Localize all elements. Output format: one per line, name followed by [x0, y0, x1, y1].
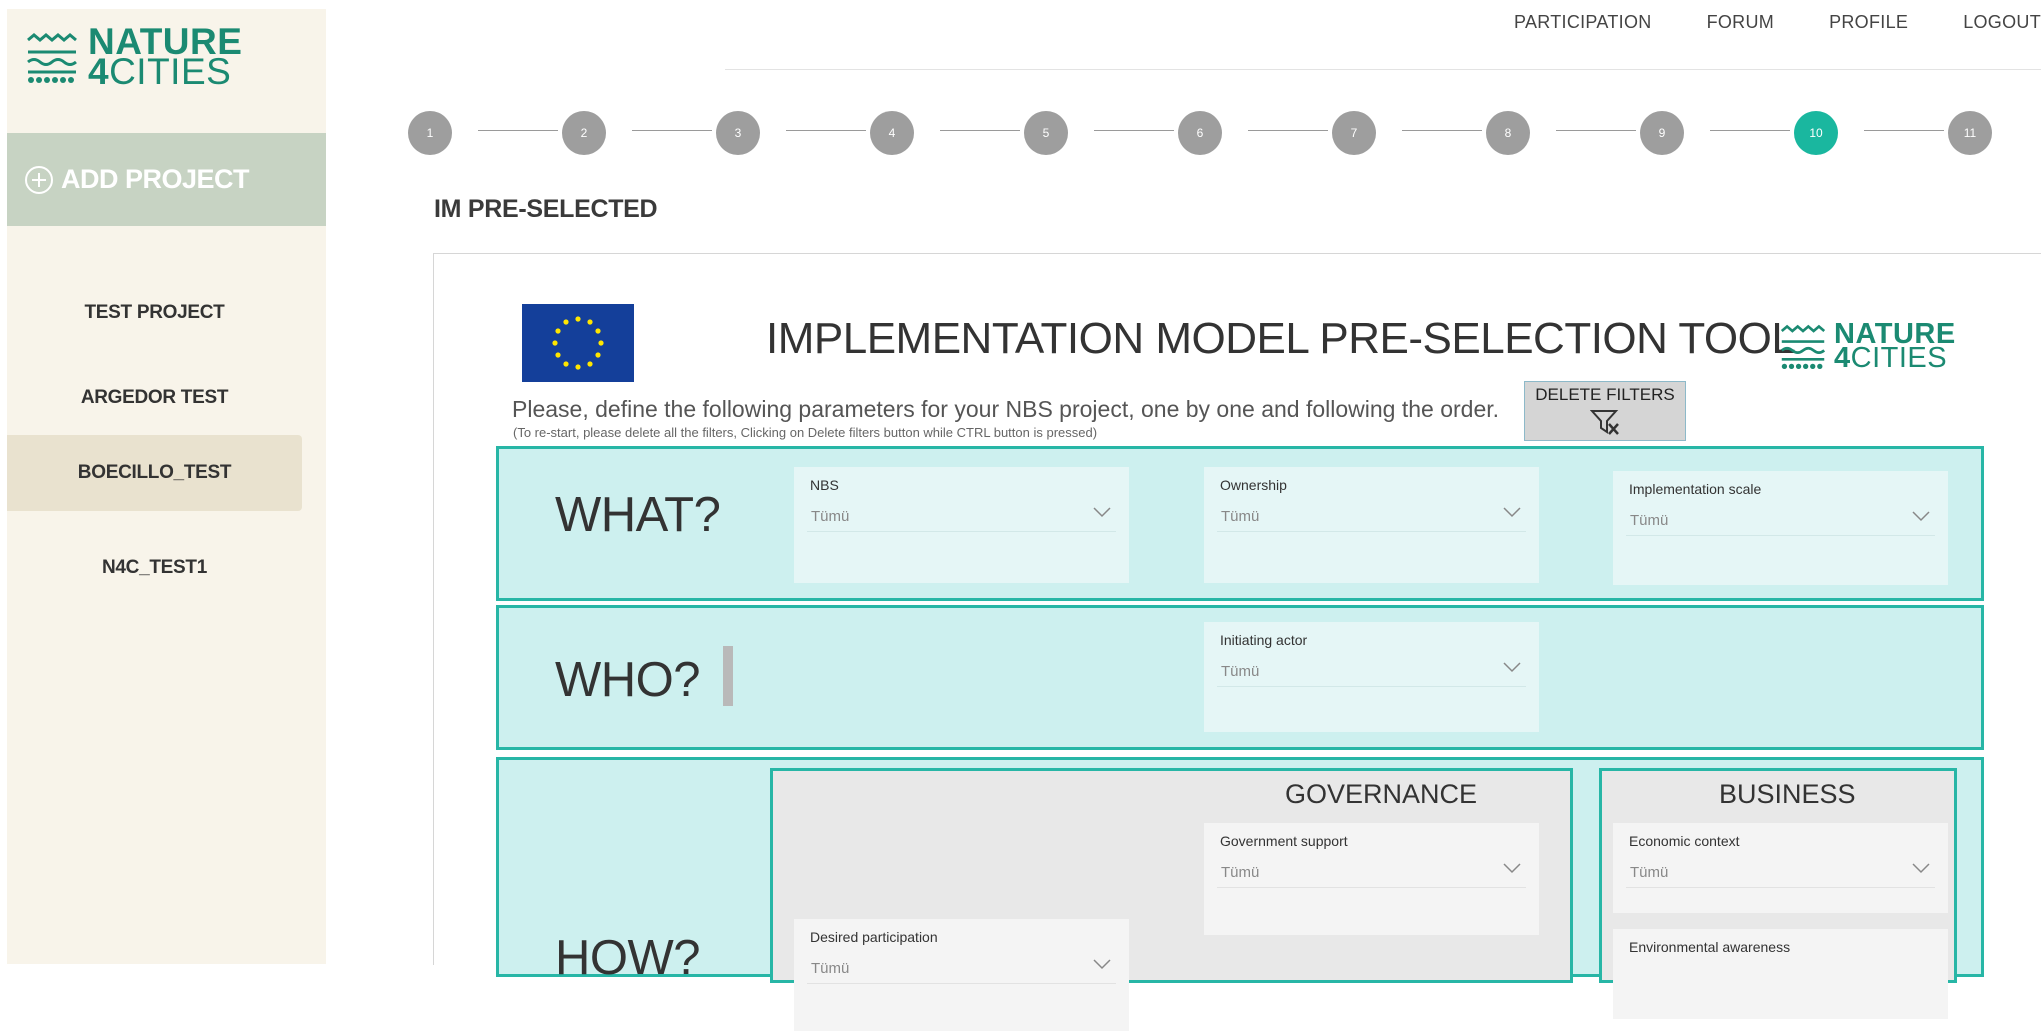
initiating-actor-dropdown[interactable]: Tümü: [1217, 656, 1526, 687]
step-7[interactable]: 7: [1332, 111, 1376, 155]
economic-context-slicer[interactable]: Economic context Tümü: [1613, 823, 1948, 913]
economic-context-dropdown[interactable]: Tümü: [1626, 857, 1935, 888]
governance-title: GOVERNANCE: [1285, 779, 1478, 809]
step-connector: [1710, 130, 1790, 131]
desired-participation-slicer[interactable]: Desired participation Tümü: [794, 919, 1129, 1031]
clear-filter-icon: [1589, 410, 1619, 435]
step-8[interactable]: 8: [1486, 111, 1530, 155]
step-connector: [786, 130, 866, 131]
what-section: WHAT? NBS Tümü Ownership Tümü Implementa…: [496, 446, 1984, 601]
how-label: HOW?: [555, 931, 701, 985]
step-connector: [940, 130, 1020, 131]
environmental-awareness-label: Environmental awareness: [1629, 939, 1791, 955]
step-connector: [1556, 130, 1636, 131]
initiating-actor-label: Initiating actor: [1220, 632, 1308, 648]
who-divider-bar: [723, 646, 733, 706]
government-support-value: Tümü: [1221, 864, 1260, 881]
chevron-down-icon: [1912, 511, 1930, 522]
nav-participation[interactable]: PARTICIPATION: [1514, 12, 1652, 42]
project-item[interactable]: N4C_TEST1: [7, 530, 302, 606]
eu-flag-icon: [522, 304, 634, 382]
what-label: WHAT?: [555, 488, 721, 542]
delete-filters-label: DELETE FILTERS: [1535, 385, 1675, 404]
step-6[interactable]: 6: [1178, 111, 1222, 155]
initiating-actor-slicer[interactable]: Initiating actor Tümü: [1204, 622, 1539, 732]
plus-circle-icon: [25, 165, 53, 194]
step-connector: [1248, 130, 1328, 131]
chevron-down-icon: [1093, 959, 1111, 970]
chevron-down-icon: [1093, 507, 1111, 518]
logo-text: NATURE 4CITIES: [88, 21, 243, 92]
business-title: BUSINESS: [1719, 779, 1856, 809]
delete-filters-button[interactable]: DELETE FILTERS: [1524, 381, 1686, 441]
step-connector: [1402, 130, 1482, 131]
step-connector: [632, 130, 712, 131]
desired-participation-value: Tümü: [811, 960, 850, 977]
instruction-text: Please, define the following parameters …: [512, 396, 1500, 422]
report-frame: IMPLEMENTATION MODEL PRE-SELECTION TOOL …: [433, 253, 2041, 1031]
report-logo-text: NATURE 4CITIES: [1834, 318, 1956, 374]
ownership-value: Tümü: [1221, 508, 1260, 525]
nav-logout[interactable]: LOGOUT: [1963, 12, 2041, 42]
project-item-active[interactable]: BOECILLO_TEST: [7, 435, 302, 511]
implementation-scale-value: Tümü: [1630, 512, 1669, 529]
add-project-button[interactable]: ADD PROJECT: [7, 133, 326, 226]
initiating-actor-value: Tümü: [1221, 663, 1260, 680]
top-navigation: PARTICIPATION FORUM PROFILE LOGOUT: [1459, 12, 2041, 42]
header-divider: [725, 69, 2041, 70]
step-9[interactable]: 9: [1640, 111, 1684, 155]
report-title: IMPLEMENTATION MODEL PRE-SELECTION TOOL: [766, 314, 1796, 363]
economic-context-label: Economic context: [1629, 833, 1740, 849]
who-label: WHO?: [555, 653, 701, 707]
report-nature4cities-logo: NATURE 4CITIES: [1780, 318, 1956, 374]
step-4[interactable]: 4: [870, 111, 914, 155]
ownership-dropdown[interactable]: Tümü: [1217, 501, 1526, 532]
nbs-slicer[interactable]: NBS Tümü: [794, 467, 1129, 583]
step-11[interactable]: 11: [1948, 111, 1992, 155]
chevron-down-icon: [1912, 863, 1930, 874]
desired-participation-dropdown[interactable]: Tümü: [807, 953, 1116, 984]
chevron-down-icon: [1503, 507, 1521, 518]
environmental-awareness-slicer[interactable]: Environmental awareness: [1613, 929, 1948, 1019]
step-2[interactable]: 2: [562, 111, 606, 155]
step-connector: [1864, 130, 1944, 131]
government-support-slicer[interactable]: Government support Tümü: [1204, 823, 1539, 935]
nav-forum[interactable]: FORUM: [1707, 12, 1775, 42]
chevron-down-icon: [1503, 863, 1521, 874]
business-panel: BUSINESS Economic context Tümü Environme…: [1599, 768, 1957, 1019]
government-support-label: Government support: [1220, 833, 1348, 849]
step-1[interactable]: 1: [408, 111, 452, 155]
nbs-dropdown[interactable]: Tümü: [807, 501, 1116, 532]
implementation-scale-dropdown[interactable]: Tümü: [1626, 505, 1935, 536]
nature4cities-logo[interactable]: NATURE 4CITIES: [26, 21, 243, 92]
desired-participation-label: Desired participation: [810, 929, 938, 945]
ownership-label: Ownership: [1220, 477, 1287, 493]
sidebar: NATURE 4CITIES ADD PROJECT TEST PROJECT …: [7, 9, 326, 964]
project-item[interactable]: ARGEDOR TEST: [7, 360, 302, 436]
step-3[interactable]: 3: [716, 111, 760, 155]
page-title: IM PRE-SELECTED: [434, 195, 658, 223]
how-section: HOW? GOVERNANCE Government support Tümü …: [496, 757, 1984, 1031]
add-project-label: ADD PROJECT: [61, 164, 250, 194]
instruction-note: (To re-start, please delete all the filt…: [513, 425, 1098, 440]
waves-logo-icon: [27, 33, 77, 83]
economic-context-value: Tümü: [1630, 864, 1669, 881]
government-support-dropdown[interactable]: Tümü: [1217, 857, 1526, 888]
governance-panel: GOVERNANCE Government support Tümü Desir…: [770, 768, 1573, 1031]
step-connector: [478, 130, 558, 131]
step-progress: 1 2 3 4 5 6 7 8 9 10 11: [408, 108, 1998, 155]
nbs-value: Tümü: [811, 508, 850, 525]
who-section: WHO? Initiating actor Tümü: [496, 605, 1984, 750]
implementation-scale-label: Implementation scale: [1629, 481, 1762, 497]
step-connector: [1094, 130, 1174, 131]
implementation-scale-slicer[interactable]: Implementation scale Tümü: [1613, 471, 1948, 585]
nbs-label: NBS: [810, 477, 839, 493]
step-10-active[interactable]: 10: [1794, 111, 1838, 155]
project-item[interactable]: TEST PROJECT: [7, 275, 302, 351]
chevron-down-icon: [1503, 662, 1521, 673]
waves-logo-icon: [1780, 324, 1826, 369]
step-5[interactable]: 5: [1024, 111, 1068, 155]
ownership-slicer[interactable]: Ownership Tümü: [1204, 467, 1539, 583]
nav-profile[interactable]: PROFILE: [1829, 12, 1908, 42]
